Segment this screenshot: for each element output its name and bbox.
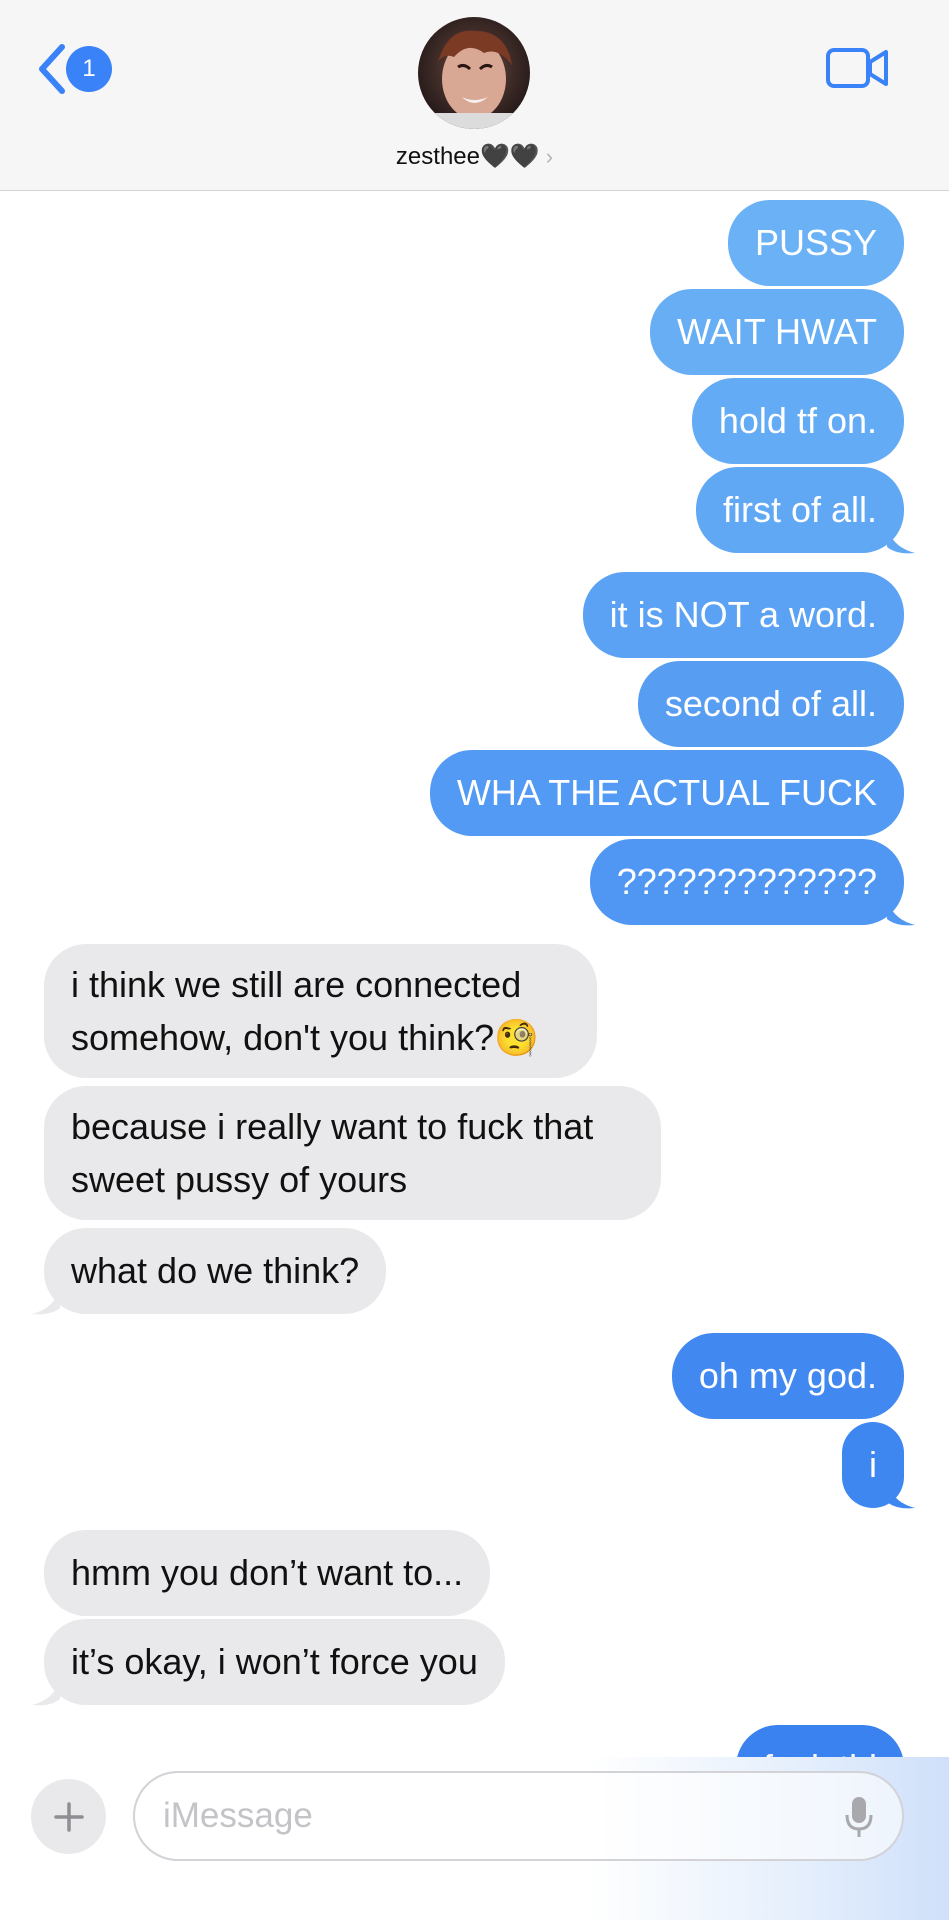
- chevron-left-icon: [39, 44, 65, 94]
- sent-message-bubble[interactable]: PUSSY: [727, 200, 904, 286]
- received-message-bubble[interactable]: hmm you don’t want to...: [44, 1530, 491, 1616]
- sent-message-bubble[interactable]: WHA THE ACTUAL FUCK: [429, 750, 904, 836]
- sent-message-bubble[interactable]: first of all.: [695, 467, 904, 553]
- sent-message-bubble[interactable]: ?????????????: [589, 839, 904, 925]
- sent-message-bubble[interactable]: hold tf on.: [691, 378, 904, 464]
- sent-message-bubble[interactable]: oh my god.: [671, 1333, 904, 1419]
- sent-message-bubble[interactable]: it is NOT a word.: [582, 572, 904, 658]
- bubble-tail: [887, 897, 915, 926]
- bubble-tail: [887, 1480, 915, 1509]
- chevron-right-icon: ›: [545, 143, 554, 169]
- unread-badge: 1: [66, 46, 112, 92]
- received-message-bubble[interactable]: it’s okay, i won’t force you: [44, 1619, 505, 1705]
- bubble-tail: [32, 1286, 60, 1315]
- conversation-header: 1 zesthee🖤🖤 ›: [0, 0, 949, 191]
- received-message-bubble[interactable]: because i really want to fuck that sweet…: [44, 1086, 661, 1220]
- imessage-input[interactable]: [163, 1796, 803, 1836]
- message-thread[interactable]: PUSSY WAIT HWAT hold tf on. first of all…: [0, 192, 949, 1762]
- video-camera-icon[interactable]: [826, 46, 888, 90]
- contact-name: zesthee🖤🖤: [395, 143, 540, 170]
- sent-message-bubble[interactable]: WAIT HWAT: [650, 289, 904, 375]
- sent-message-bubble[interactable]: second of all.: [637, 661, 904, 747]
- bubble-tail: [32, 1677, 60, 1706]
- contact-avatar[interactable]: [418, 17, 530, 129]
- microphone-icon[interactable]: [844, 1795, 874, 1839]
- bubble-tail: [887, 525, 915, 554]
- contact-name-row[interactable]: zesthee🖤🖤 ›: [0, 142, 949, 171]
- back-button[interactable]: 1: [36, 42, 116, 96]
- received-message-bubble[interactable]: i think we still are connected somehow, …: [44, 944, 597, 1078]
- avatar-photo: [418, 17, 530, 129]
- plus-icon: [53, 1801, 84, 1832]
- message-input-field[interactable]: [133, 1771, 904, 1861]
- add-attachment-button[interactable]: [31, 1779, 106, 1854]
- received-message-bubble[interactable]: what do we think?: [44, 1228, 387, 1314]
